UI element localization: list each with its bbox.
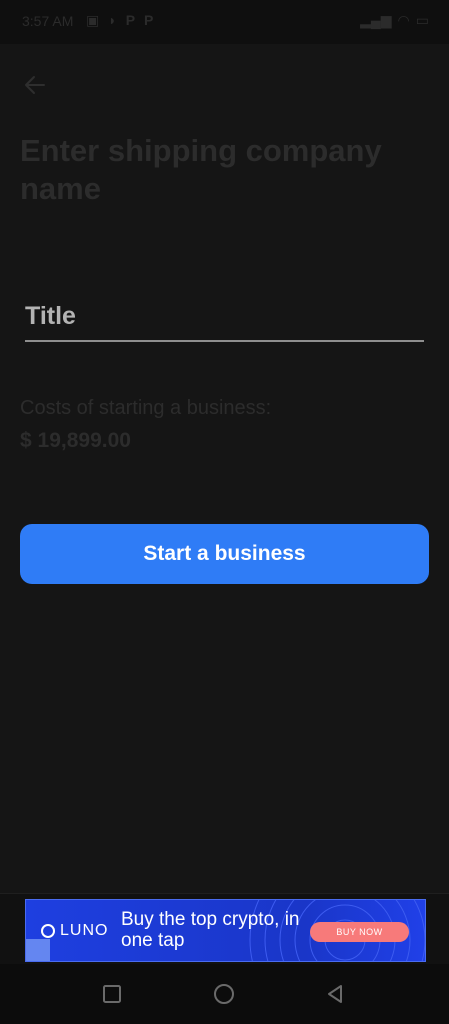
status-icon-b: ◗ [108, 12, 117, 28]
luno-logo: LUNO [41, 922, 108, 940]
ad-brand: LUNO [60, 922, 109, 939]
ad-container: LUNO Buy the top crypto, in one tap BUY … [0, 893, 449, 965]
status-notification-icons: ▣ ◗ P P [86, 12, 153, 29]
home-circle-icon[interactable] [212, 982, 236, 1006]
status-icon-c: P [125, 12, 136, 28]
cost-value: $ 19,899.00 [20, 429, 131, 452]
status-bar: 3:57 AM ▣ ◗ P P ▂▄▆ ◠ ▭ [0, 0, 449, 44]
luno-logo-icon [41, 924, 55, 938]
battery-icon: ▭ [415, 12, 429, 28]
page-title: Enter shipping company name [20, 133, 382, 206]
status-icon-d: P [144, 12, 154, 28]
status-icon-a: ▣ [86, 12, 100, 28]
ad-banner[interactable]: LUNO Buy the top crypto, in one tap BUY … [25, 899, 426, 962]
app-screen: 3:57 AM ▣ ◗ P P ▂▄▆ ◠ ▭ Enter shipping c… [0, 0, 449, 1024]
wifi-icon: ◠ [397, 12, 410, 28]
buy-now-button[interactable]: BUY NOW [310, 922, 409, 942]
status-system-icons: ▂▄▆ ◠ ▭ [360, 12, 429, 29]
arrow-left-icon[interactable] [22, 72, 48, 98]
signal-icon: ▂▄▆ [360, 12, 392, 28]
recents-square-icon[interactable] [100, 982, 124, 1006]
cost-label: Costs of starting a business: [20, 397, 272, 419]
back-triangle-icon[interactable] [323, 982, 347, 1006]
ad-text: Buy the top crypto, in one tap [121, 909, 300, 951]
system-nav-bar [0, 964, 449, 1024]
title-input[interactable] [25, 296, 424, 336]
title-field[interactable] [25, 296, 424, 342]
status-time: 3:57 AM [22, 13, 74, 29]
ad-choices-icon[interactable] [26, 939, 50, 961]
start-business-button[interactable]: Start a business [20, 524, 429, 584]
